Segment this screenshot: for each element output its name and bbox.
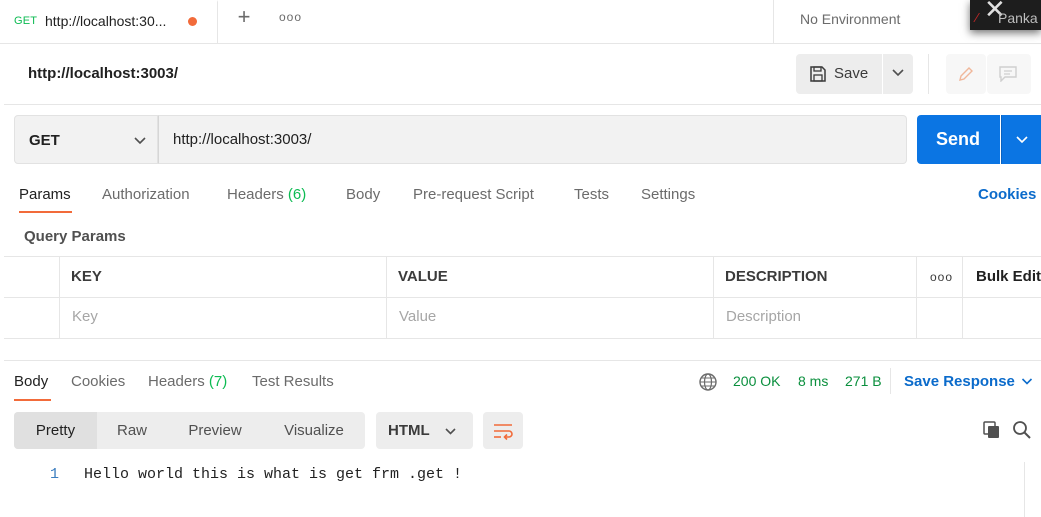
- column-header-value: VALUE: [398, 268, 448, 285]
- active-tab-indicator: [14, 399, 51, 401]
- table-row-divider: [4, 297, 1041, 298]
- chevron-down-icon: [1016, 136, 1028, 144]
- response-tab-body[interactable]: Body: [14, 373, 48, 390]
- save-response-button[interactable]: Save Response: [904, 373, 1033, 390]
- description-input[interactable]: Description: [726, 308, 801, 325]
- overlay-window: ✕ ⁄ Panka: [970, 0, 1041, 30]
- request-title[interactable]: http://localhost:3003/: [28, 65, 178, 82]
- url-input[interactable]: [158, 115, 907, 164]
- response-tab-headers[interactable]: Headers (7): [148, 373, 227, 390]
- line-number: 1: [50, 466, 60, 483]
- tab-pre-request-script[interactable]: Pre-request Script: [413, 186, 534, 203]
- more-tabs-icon[interactable]: ooo: [279, 10, 301, 26]
- view-mode-raw[interactable]: Raw: [97, 412, 167, 449]
- new-tab-button[interactable]: +: [232, 6, 256, 30]
- table-column-divider: [386, 256, 387, 339]
- column-header-description: DESCRIPTION: [725, 268, 828, 285]
- response-tab-cookies[interactable]: Cookies: [71, 373, 125, 390]
- table-column-divider: [916, 256, 917, 339]
- status-code[interactable]: 200 OK: [733, 373, 780, 389]
- save-button[interactable]: Save: [796, 54, 882, 94]
- view-mode-preview[interactable]: Preview: [167, 412, 263, 449]
- divider: [4, 104, 1041, 105]
- environment-selector[interactable]: No Environment: [773, 0, 973, 44]
- response-size[interactable]: 271 B: [845, 373, 882, 389]
- headers-count: (6): [287, 186, 307, 203]
- active-tab-indicator: [19, 211, 72, 213]
- format-label: HTML: [388, 422, 430, 439]
- comment-icon: [999, 66, 1017, 82]
- divider: [890, 368, 891, 394]
- comments-button[interactable]: [987, 54, 1031, 94]
- send-label: Send: [936, 129, 981, 149]
- chevron-down-icon: [134, 137, 146, 145]
- column-header-key: KEY: [71, 268, 102, 285]
- send-button[interactable]: Send: [917, 115, 1000, 164]
- environment-label: No Environment: [800, 11, 901, 27]
- copy-icon[interactable]: [982, 420, 1002, 440]
- tab-body[interactable]: Body: [346, 186, 380, 203]
- tab-settings[interactable]: Settings: [641, 186, 695, 203]
- method-select[interactable]: GET: [14, 115, 158, 164]
- unsaved-dot-icon: [188, 17, 197, 26]
- view-mode-pretty[interactable]: Pretty: [14, 412, 97, 449]
- wrap-lines-button[interactable]: [483, 412, 523, 449]
- response-divider[interactable]: [4, 360, 1041, 361]
- wrap-lines-icon: [494, 424, 513, 441]
- mic-off-icon: ⁄: [976, 10, 979, 25]
- table-column-divider: [713, 256, 714, 339]
- bulk-edit-button[interactable]: Bulk Edit: [976, 268, 1041, 285]
- edit-button[interactable]: [946, 54, 986, 94]
- overlay-user-name: Panka: [998, 10, 1038, 26]
- save-icon: [810, 66, 826, 82]
- response-tab-test-results[interactable]: Test Results: [252, 373, 334, 390]
- globe-icon[interactable]: [698, 372, 718, 392]
- method-label: GET: [29, 132, 60, 149]
- tab-headers[interactable]: Headers (6): [227, 186, 306, 203]
- query-params-title: Query Params: [24, 228, 126, 245]
- search-icon[interactable]: [1012, 420, 1032, 440]
- view-mode-visualize[interactable]: Visualize: [263, 412, 365, 449]
- value-input[interactable]: Value: [399, 308, 436, 325]
- chevron-down-icon: [1021, 378, 1033, 385]
- tab-tests[interactable]: Tests: [574, 186, 609, 203]
- response-body-line[interactable]: Hello world this is what is get frm .get…: [84, 466, 462, 483]
- save-label: Save: [834, 65, 869, 82]
- tab-authorization[interactable]: Authorization: [102, 186, 190, 203]
- divider: [928, 54, 929, 94]
- cookies-link[interactable]: Cookies: [978, 186, 1036, 203]
- scrollbar[interactable]: [1024, 462, 1041, 517]
- response-headers-count: (7): [208, 373, 228, 390]
- response-time[interactable]: 8 ms: [798, 373, 828, 389]
- send-options-button[interactable]: [1001, 115, 1041, 164]
- key-input[interactable]: Key: [72, 308, 98, 325]
- request-tab[interactable]: GET http://localhost:30...: [0, 0, 218, 44]
- tab-params[interactable]: Params: [19, 186, 71, 203]
- chevron-down-icon: [445, 428, 456, 435]
- save-options-button[interactable]: [883, 54, 913, 94]
- more-options-icon[interactable]: ooo: [930, 270, 953, 284]
- request-tab-title: http://localhost:30...: [45, 13, 167, 29]
- pencil-icon: [959, 67, 973, 81]
- chevron-down-icon: [892, 69, 904, 77]
- table-column-divider: [962, 256, 963, 339]
- format-select[interactable]: HTML: [376, 412, 473, 449]
- table-column-divider: [59, 256, 60, 339]
- request-tab-method: GET: [14, 15, 38, 27]
